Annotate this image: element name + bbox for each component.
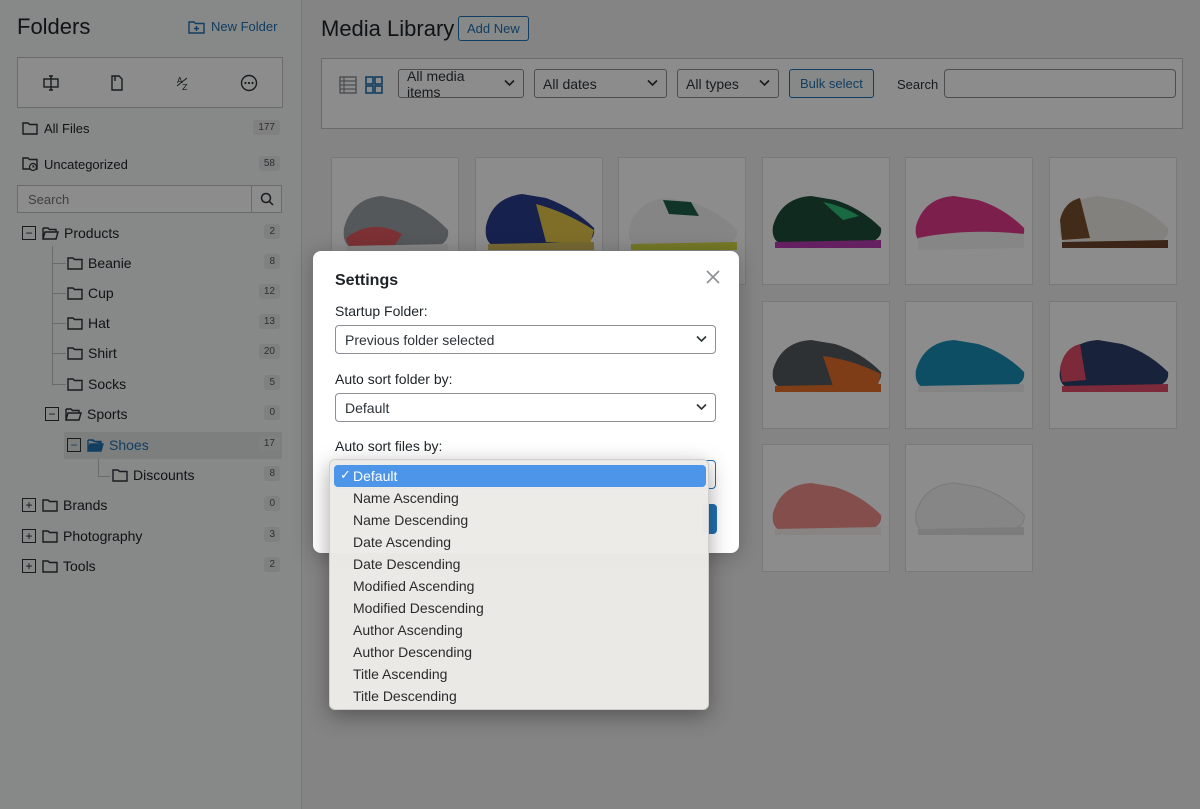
option-label: Title Ascending	[353, 666, 448, 682]
dropdown-option[interactable]: Date Descending	[334, 553, 706, 575]
option-label: Name Descending	[353, 512, 469, 528]
option-label: Modified Descending	[353, 600, 484, 616]
dropdown-option[interactable]: Modified Descending	[334, 597, 706, 619]
dropdown-option[interactable]: Author Ascending	[334, 619, 706, 641]
startup-folder-label: Startup Folder:	[335, 303, 428, 319]
dropdown-option[interactable]: Name Ascending	[334, 487, 706, 509]
modal-title: Settings	[335, 272, 399, 289]
auto-sort-files-dropdown: ✓ Default Name Ascending Name Descending…	[329, 459, 709, 710]
dropdown-option[interactable]: Title Descending	[334, 685, 706, 707]
option-label: Default	[353, 468, 398, 484]
option-label: Title Descending	[353, 688, 457, 704]
auto-sort-folder-select[interactable]: Default	[335, 393, 716, 422]
chevron-down-icon	[696, 335, 707, 343]
auto-sort-files-label: Auto sort files by:	[335, 438, 443, 454]
dropdown-option[interactable]: ✓ Default	[334, 465, 706, 487]
dropdown-option[interactable]: Date Ascending	[334, 531, 706, 553]
auto-sort-folder-value: Default	[345, 399, 390, 416]
dropdown-option[interactable]: Modified Ascending	[334, 575, 706, 597]
checkmark-icon: ✓	[340, 467, 351, 482]
option-label: Date Descending	[353, 556, 461, 572]
dropdown-option[interactable]: Title Ascending	[334, 663, 706, 685]
startup-folder-value: Previous folder selected	[345, 331, 495, 348]
chevron-down-icon	[696, 403, 707, 411]
option-label: Date Ascending	[353, 534, 452, 550]
option-label: Modified Ascending	[353, 578, 475, 594]
startup-folder-select[interactable]: Previous folder selected	[335, 325, 716, 354]
option-label: Author Ascending	[353, 622, 463, 638]
dropdown-option[interactable]: Name Descending	[334, 509, 706, 531]
auto-sort-folder-label: Auto sort folder by:	[335, 371, 453, 387]
close-icon[interactable]	[705, 269, 721, 285]
option-label: Name Ascending	[353, 490, 459, 506]
option-label: Author Descending	[353, 644, 473, 660]
dropdown-option[interactable]: Author Descending	[334, 641, 706, 663]
